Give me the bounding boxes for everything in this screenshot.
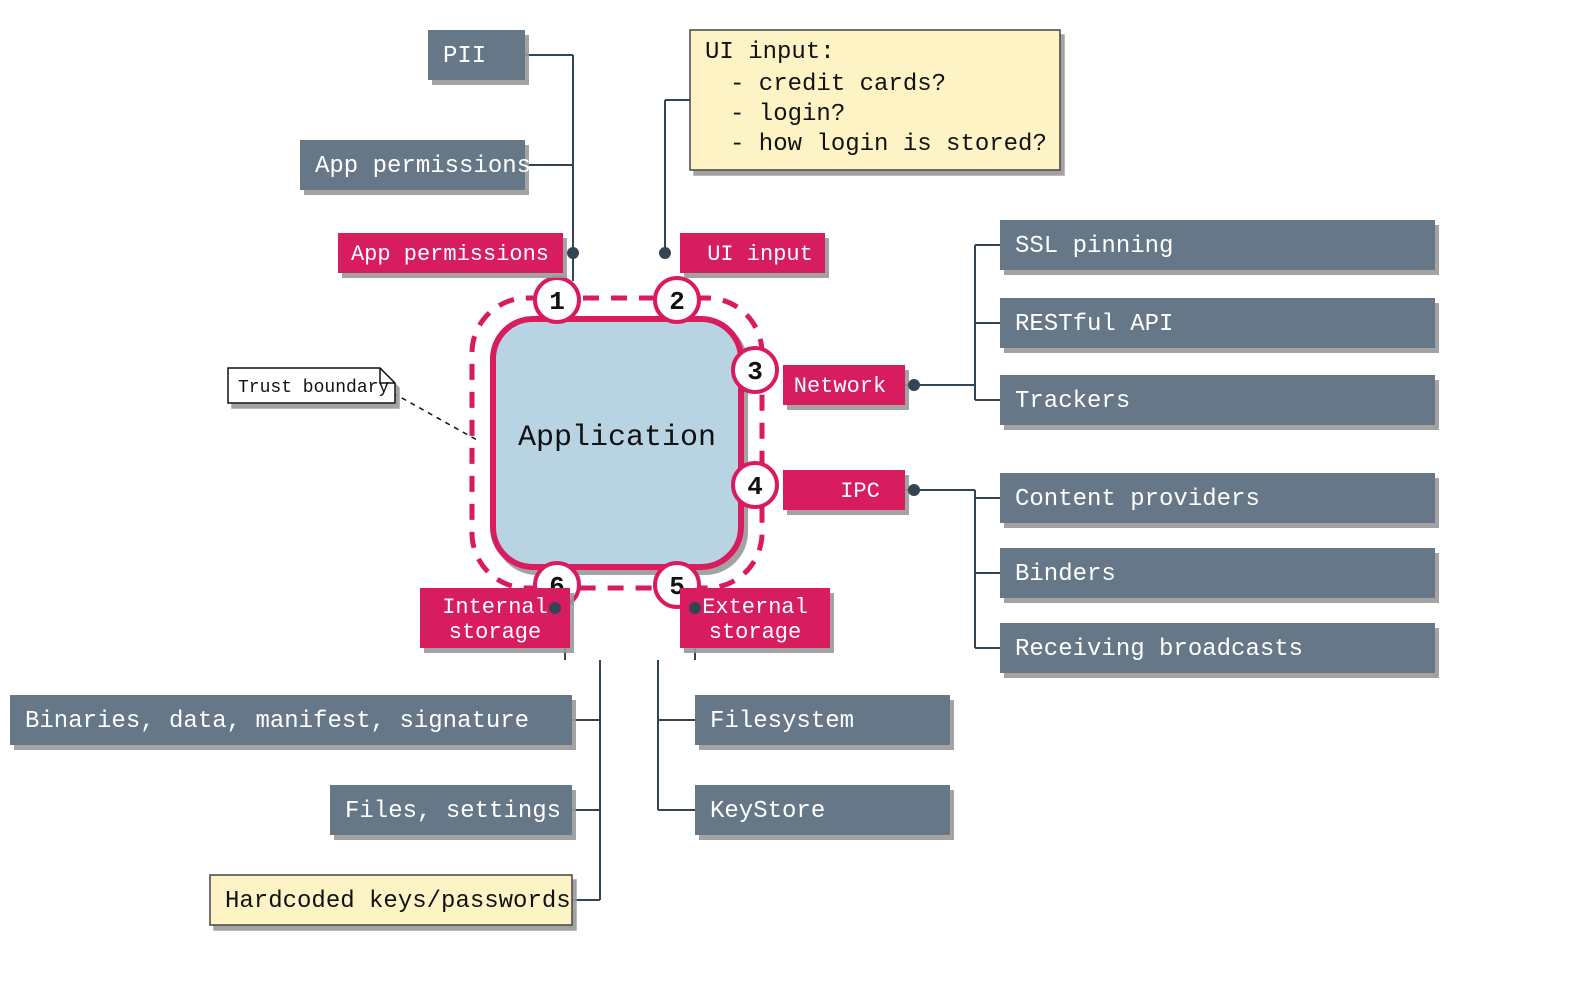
svg-text:Files, settings: Files, settings <box>345 798 561 825</box>
svg-text:4: 4 <box>747 472 763 502</box>
svg-text:storage: storage <box>709 620 801 645</box>
svg-text:Binders: Binders <box>1015 561 1116 588</box>
svg-text:KeyStore: KeyStore <box>710 798 825 825</box>
conn-trust-boundary-note <box>393 393 477 440</box>
svg-text:2: 2 <box>669 287 685 317</box>
svg-text:- login?: - login? <box>730 101 845 128</box>
svg-text:App permissions: App permissions <box>315 153 531 180</box>
svg-text:Trust boundary: Trust boundary <box>238 378 389 398</box>
svg-text:Filesystem: Filesystem <box>710 708 854 735</box>
svg-text:IPC: IPC <box>840 479 880 504</box>
dot-icon <box>689 602 701 614</box>
svg-text:App permissions: App permissions <box>351 242 549 267</box>
svg-text:Network: Network <box>794 374 886 399</box>
svg-text:Binaries, data, manifest, sign: Binaries, data, manifest, signature <box>25 708 529 735</box>
svg-text:3: 3 <box>747 357 763 387</box>
svg-text:Internal: Internal <box>442 595 548 620</box>
svg-text:External: External <box>702 595 808 620</box>
svg-text:Content providers: Content providers <box>1015 486 1260 513</box>
svg-text:storage: storage <box>449 620 541 645</box>
svg-text:- how login is stored?: - how login is stored? <box>730 131 1047 158</box>
dot-icon <box>549 602 561 614</box>
svg-text:UI input: UI input <box>707 242 813 267</box>
dot-icon <box>659 247 671 259</box>
svg-text:UI input:: UI input: <box>705 39 835 66</box>
svg-text:Receiving broadcasts: Receiving broadcasts <box>1015 636 1303 663</box>
svg-text:- credit cards?: - credit cards? <box>730 71 946 98</box>
dot-icon <box>567 247 579 259</box>
svg-text:Hardcoded keys/passwords: Hardcoded keys/passwords <box>225 888 571 915</box>
application-label: Application <box>518 421 716 455</box>
svg-text:SSL pinning: SSL pinning <box>1015 233 1173 260</box>
dot-icon <box>908 379 920 391</box>
svg-text:1: 1 <box>549 287 565 317</box>
svg-text:RESTful API: RESTful API <box>1015 311 1173 338</box>
leaf-ui-input-note: UI input: - credit cards? - login? - how… <box>690 30 1060 170</box>
svg-text:Trackers: Trackers <box>1015 388 1130 415</box>
trust-boundary-note: Trust boundary <box>228 368 395 403</box>
svg-text:PII: PII <box>443 43 486 70</box>
dot-icon <box>908 484 920 496</box>
threat-model-diagram: Application 1 2 3 4 5 6 App permissions … <box>0 0 1580 988</box>
